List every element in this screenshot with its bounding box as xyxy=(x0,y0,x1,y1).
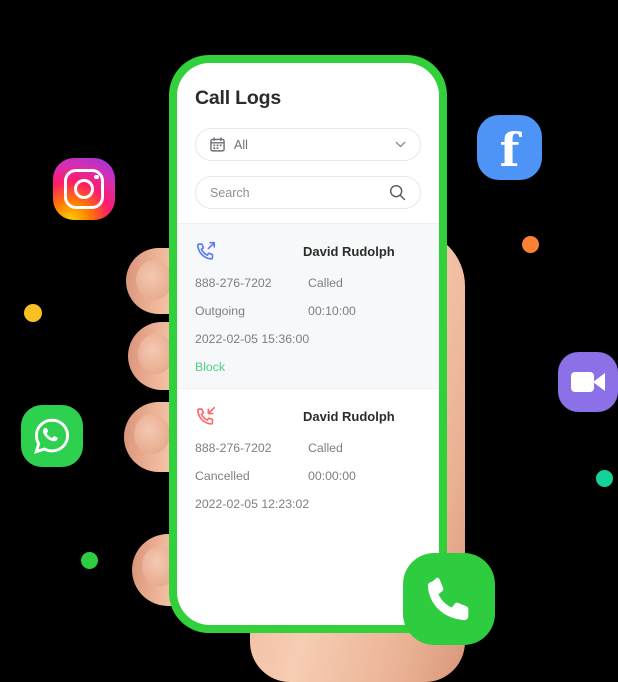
facebook-icon: f xyxy=(477,115,542,180)
chevron-down-icon[interactable] xyxy=(395,139,406,150)
table-row[interactable]: David Rudolph 888-276-7202 Called Outgoi… xyxy=(177,223,439,388)
call-log-detail-row: 2022-02-05 12:23:02 xyxy=(195,497,421,511)
call-timestamp: 2022-02-05 15:36:00 xyxy=(195,332,310,346)
contact-name: David Rudolph xyxy=(303,408,395,424)
table-row[interactable]: David Rudolph 888-276-7202 Called Cancel… xyxy=(177,388,439,525)
call-log-detail-row: 2022-02-05 15:36:00 xyxy=(195,332,421,346)
call-status: Called xyxy=(308,276,343,290)
phone-call-icon[interactable] xyxy=(403,553,495,645)
phone-number: 888-276-7202 xyxy=(195,441,272,455)
page-title: Call Logs xyxy=(195,87,281,109)
block-button[interactable]: Block xyxy=(195,360,225,374)
call-type: Outgoing xyxy=(195,304,245,318)
call-log-header-row: David Rudolph xyxy=(195,240,421,262)
video-camera-glyph xyxy=(571,372,605,392)
whatsapp-icon xyxy=(21,405,83,467)
handset-glyph xyxy=(427,577,469,621)
screenshot-stage: f Call Logs All Search David Rudolph 888… xyxy=(0,0,618,682)
zoom-icon xyxy=(558,352,618,412)
call-status: Called xyxy=(308,441,343,455)
date-filter-value: All xyxy=(234,137,248,152)
search-input[interactable]: Search xyxy=(210,186,389,200)
whatsapp-glyph xyxy=(34,418,70,454)
facebook-f-glyph: f xyxy=(499,122,520,177)
phone-screen: Call Logs All Search David Rudolph 888-2… xyxy=(177,63,439,625)
search-field[interactable]: Search xyxy=(195,176,421,209)
missed-call-icon xyxy=(196,406,216,425)
call-log-detail-row: 888-276-7202 Called xyxy=(195,276,421,290)
call-duration: 00:10:00 xyxy=(308,304,356,318)
instagram-icon xyxy=(53,158,115,220)
call-timestamp: 2022-02-05 12:23:02 xyxy=(195,497,310,511)
instagram-camera-glyph xyxy=(64,169,104,209)
phone-device-frame: Call Logs All Search David Rudolph 888-2… xyxy=(169,55,447,633)
contact-name: David Rudolph xyxy=(303,243,395,259)
phone-number: 888-276-7202 xyxy=(195,276,272,290)
screen-header: Call Logs All Search xyxy=(177,63,439,209)
teal-dot xyxy=(596,470,613,487)
call-log-action-row: Block xyxy=(195,360,421,374)
search-icon[interactable] xyxy=(389,184,406,201)
green-dot xyxy=(81,552,98,569)
call-type: Cancelled xyxy=(195,469,250,483)
outgoing-call-icon xyxy=(196,241,216,260)
call-log-detail-row: 888-276-7202 Called xyxy=(195,441,421,455)
call-log-header-row: David Rudolph xyxy=(195,405,421,427)
calendar-icon xyxy=(210,137,225,152)
date-filter-dropdown[interactable]: All xyxy=(195,128,421,161)
call-duration: 00:00:00 xyxy=(308,469,356,483)
call-log-detail-row: Outgoing 00:10:00 xyxy=(195,304,421,318)
yellow-dot xyxy=(24,304,42,322)
call-log-list: David Rudolph 888-276-7202 Called Outgoi… xyxy=(177,223,439,525)
call-log-detail-row: Cancelled 00:00:00 xyxy=(195,469,421,483)
orange-dot xyxy=(522,236,539,253)
